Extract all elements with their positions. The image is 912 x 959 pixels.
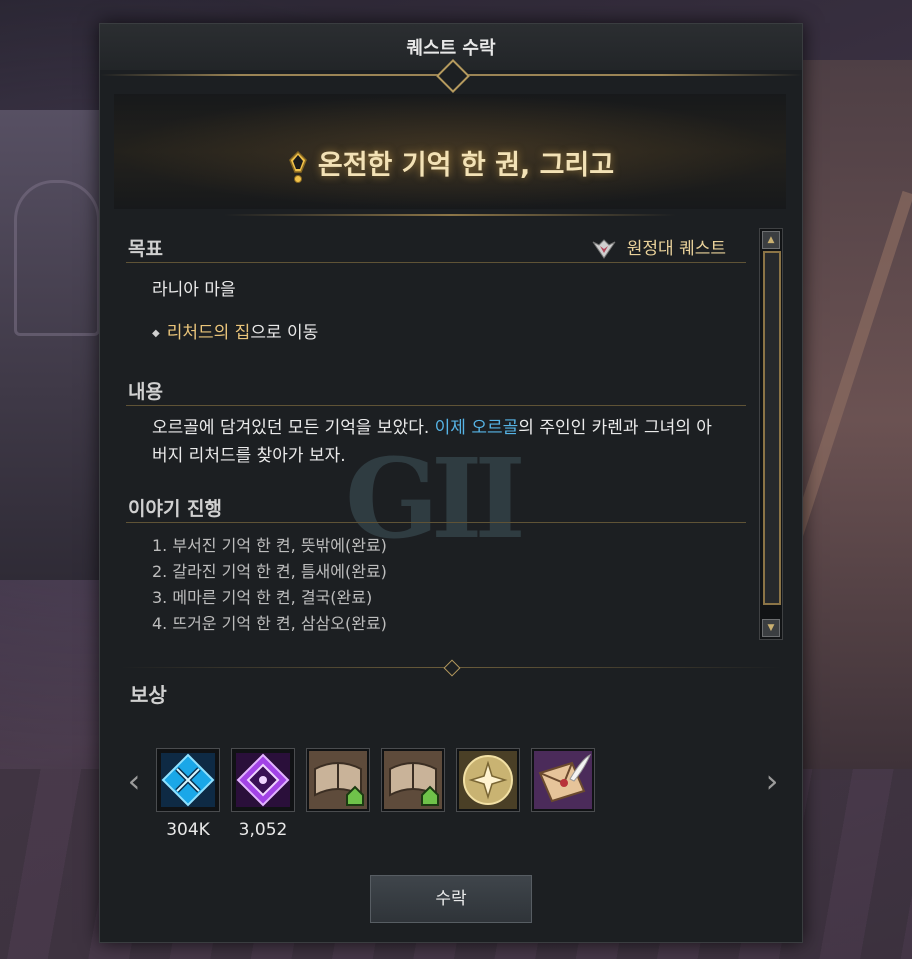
quest-banner: 온전한 기억 한 권, 그리고 [114, 94, 786, 216]
bullet-dot-icon: ◆ [152, 327, 160, 339]
reward-slot-1[interactable]: 304K [156, 748, 220, 840]
scroll-up-arrow-icon[interactable]: ▲ [762, 231, 780, 249]
objective-task-highlight[interactable]: 리처드의 집 [167, 323, 251, 343]
blue-crossed-tools-icon [161, 753, 215, 807]
quest-type-badge: 원정대 퀘스트 [591, 224, 726, 274]
story-item: 2. 갈라진 기억 한 켠, 틈새에(완료) [152, 562, 387, 581]
reward-slot-2[interactable]: 3,052 [231, 748, 295, 840]
reward-qty-2: 3,052 [238, 820, 288, 840]
details-scrollbar[interactable]: ▲ ▼ [759, 228, 783, 640]
background-wood-frame [802, 60, 912, 780]
story-section-header: 이야기 진행 [126, 484, 746, 523]
content-section-header: 내용 [126, 367, 746, 406]
reward-slot-5[interactable] [456, 748, 520, 812]
reward-slot-4[interactable] [381, 748, 445, 812]
quest-accept-window: 퀘스트 수락 온전한 기억 한 권, 그리고 GII 목표 원정대 퀘스트 라니… [99, 23, 803, 943]
window-title: 퀘스트 수락 [406, 38, 496, 59]
story-item: 1. 부서진 기억 한 켠, 뜻밖에(완료) [152, 536, 387, 555]
accept-button[interactable]: 수락 [370, 875, 532, 923]
story-heading: 이야기 진행 [128, 498, 223, 520]
objective-section-header: 목표 원정대 퀘스트 [126, 224, 746, 263]
story-item: 4. 뜨거운 기억 한 켠, 삼삼오(완료) [152, 614, 387, 633]
reward-next-arrow-icon[interactable]: › [760, 765, 784, 797]
expedition-icon [592, 239, 616, 259]
reward-qty-1: 304K [166, 820, 210, 840]
letter-feather-icon [534, 751, 592, 809]
banner-divider [224, 214, 676, 216]
content-text-highlight: 이제 오르골 [434, 418, 519, 438]
objective-heading: 목표 [128, 238, 163, 260]
gold-emblem-icon [459, 751, 517, 809]
content-heading: 내용 [128, 381, 163, 403]
objective-task: ◆ 리처드의 집으로 이동 [126, 318, 746, 343]
scroll-down-arrow-icon[interactable]: ▼ [762, 619, 780, 637]
quest-title-text: 온전한 기억 한 권, 그리고 [317, 150, 615, 181]
story-progress-list: 1. 부서진 기억 한 켠, 뜻밖에(완료) 2. 갈라진 기억 한 켠, 틈새… [126, 523, 746, 637]
reward-slot-6[interactable] [531, 748, 595, 812]
divider-ornament-icon [443, 659, 461, 677]
scroll-thumb[interactable] [763, 251, 781, 605]
quest-details-scroll-area[interactable]: 목표 원정대 퀘스트 라니아 마을 ◆ 리처드의 집으로 이동 내용 오르골에 담… [126, 224, 746, 662]
reward-heading: 보상 [130, 683, 167, 707]
quest-exclamation-icon [288, 150, 307, 183]
reward-prev-arrow-icon[interactable]: ‹ [122, 765, 146, 797]
objective-location: 라니아 마을 [152, 280, 236, 300]
quest-type-label: 원정대 퀘스트 [626, 239, 726, 259]
purple-crystal-icon [236, 753, 290, 807]
objective-task-text: 으로 이동 [250, 323, 319, 343]
book-house-icon [309, 751, 367, 809]
content-description: 오르골에 담겨있던 모든 기억을 보았다. 이제 오르골의 주인인 카렌과 그녀… [126, 406, 746, 470]
story-item: 3. 메마른 기억 한 켠, 결국(완료) [152, 588, 373, 607]
content-text-part-1: 오르골에 담겨있던 모든 기억을 보았다. [152, 418, 435, 438]
quest-title: 온전한 기억 한 권, 그리고 [114, 143, 786, 184]
background-chest [0, 110, 107, 580]
book-house-icon [384, 751, 442, 809]
reward-list: 304K 3,052 [156, 748, 636, 858]
reward-slot-3[interactable] [306, 748, 370, 812]
